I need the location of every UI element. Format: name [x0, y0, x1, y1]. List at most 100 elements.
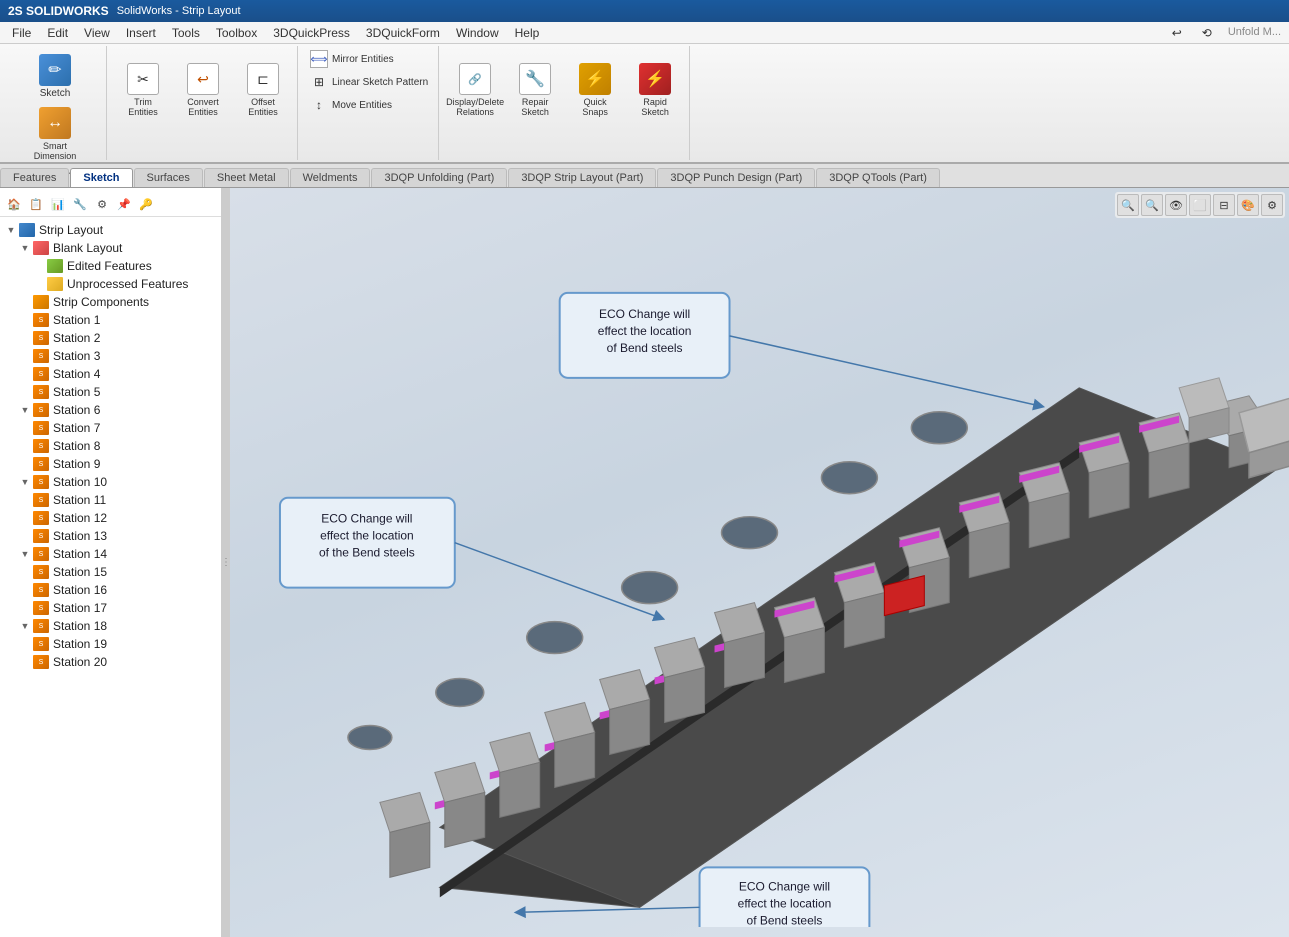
edited-features-icon [46, 258, 64, 274]
callout-1-group: ECO Change will effect the location of B… [560, 293, 1040, 406]
offset-label: OffsetEntities [248, 97, 278, 117]
move-entities-button[interactable]: ↕ Move Entities [306, 94, 432, 116]
tree-station-3[interactable]: ▶ S Station 3 [14, 347, 221, 365]
sketch-button[interactable]: ✏ Sketch [27, 50, 83, 103]
sidebar-resize-handle[interactable]: ⋮ [222, 188, 230, 937]
expand-station-10[interactable]: ▼ [18, 475, 32, 489]
tree-station-4[interactable]: ▶ S Station 4 [14, 365, 221, 383]
menu-file[interactable]: File [4, 24, 39, 42]
tab-3dqp-punch[interactable]: 3DQP Punch Design (Part) [657, 168, 815, 187]
tree-blank-layout[interactable]: ▼ Blank Layout [14, 239, 221, 257]
tab-3dqp-unfolding[interactable]: 3DQP Unfolding (Part) [371, 168, 507, 187]
display-delete-button[interactable]: 🔗 Display/DeleteRelations [447, 50, 503, 130]
menu-view[interactable]: View [76, 24, 118, 42]
repair-label: RepairSketch [521, 97, 549, 117]
tree-station-11[interactable]: ▶ S Station 11 [14, 491, 221, 509]
tree-station-5[interactable]: ▶ S Station 5 [14, 383, 221, 401]
tree-station-1[interactable]: ▶ S Station 1 [14, 311, 221, 329]
tab-3dqp-strip[interactable]: 3DQP Strip Layout (Part) [508, 168, 656, 187]
rapid-sketch-button[interactable]: ⚡ RapidSketch [627, 50, 683, 130]
menu-help[interactable]: Help [507, 24, 548, 42]
section-view-button[interactable]: ⊟ [1213, 194, 1235, 216]
rapid-label: RapidSketch [641, 97, 669, 117]
zoom-in-button[interactable]: 🔍 [1117, 194, 1139, 216]
station-6-icon: S [32, 402, 50, 418]
tree-station-12[interactable]: ▶ S Station 12 [14, 509, 221, 527]
expand-station-6[interactable]: ▼ [18, 403, 32, 417]
svg-text:of the Bend steels: of the Bend steels [319, 546, 415, 560]
sidebar-tool-1[interactable]: 🏠 [4, 194, 24, 214]
tree-station-8[interactable]: ▶ S Station 8 [14, 437, 221, 455]
expand-strip-layout[interactable]: ▼ [4, 223, 18, 237]
snaps-label: QuickSnaps [582, 97, 608, 117]
zoom-out-button[interactable]: 🔍 [1141, 194, 1163, 216]
tree-station-16[interactable]: ▶ S Station 16 [14, 581, 221, 599]
svg-text:ECO Change will: ECO Change will [739, 879, 830, 893]
station-13-label: Station 13 [53, 529, 107, 543]
sidebar-tool-2[interactable]: 📋 [26, 194, 46, 214]
linear-sketch-button[interactable]: ⊞ Linear Sketch Pattern [306, 71, 432, 93]
sidebar-tool-6[interactable]: 📌 [114, 194, 134, 214]
settings-button[interactable]: ⚙ [1261, 194, 1283, 216]
tree-station-14[interactable]: ▼ S Station 14 [14, 545, 221, 563]
tree-edited-features[interactable]: ▶ Edited Features [28, 257, 221, 275]
viewport[interactable]: ECO Change will effect the location of B… [230, 188, 1289, 937]
quick-snaps-button[interactable]: ⚡ QuickSnaps [567, 50, 623, 130]
menu-tools[interactable]: Tools [164, 24, 208, 42]
station-3-label: Station 3 [53, 349, 100, 363]
station-12-label: Station 12 [53, 511, 107, 525]
tab-features[interactable]: Features [0, 168, 69, 187]
menu-extra-2[interactable]: ⟲ [1194, 24, 1220, 42]
offset-entities-button[interactable]: ⊏ OffsetEntities [235, 50, 291, 130]
expand-blank-layout[interactable]: ▼ [18, 241, 32, 255]
menu-3dquickpress[interactable]: 3DQuickPress [265, 24, 358, 42]
display-label: Display/DeleteRelations [446, 97, 504, 117]
tree-station-7[interactable]: ▶ S Station 7 [14, 419, 221, 437]
tree-station-20[interactable]: ▶ S Station 20 [14, 653, 221, 671]
convert-entities-button[interactable]: ↩ ConvertEntities [175, 50, 231, 130]
appearance-button[interactable]: 🎨 [1237, 194, 1259, 216]
tree-station-6[interactable]: ▼ S Station 6 [14, 401, 221, 419]
station-7-icon: S [32, 420, 50, 436]
tab-surfaces[interactable]: Surfaces [134, 168, 203, 187]
repair-sketch-button[interactable]: 🔧 RepairSketch [507, 50, 563, 130]
sidebar-tool-5[interactable]: ⚙ [92, 194, 112, 214]
tab-bar: Features Sketch Surfaces Sheet Metal Wel… [0, 164, 1289, 188]
svg-text:ECO Change will: ECO Change will [321, 512, 412, 526]
tree-station-9[interactable]: ▶ S Station 9 [14, 455, 221, 473]
tree-station-19[interactable]: ▶ S Station 19 [14, 635, 221, 653]
svg-text:effect the location: effect the location [738, 896, 832, 910]
sidebar-tool-7[interactable]: 🔑 [136, 194, 156, 214]
menu-toolbox[interactable]: Toolbox [208, 24, 265, 42]
tree-strip-layout[interactable]: ▼ Strip Layout [0, 221, 221, 239]
linear-icon: ⊞ [310, 73, 328, 91]
menu-3dquickform[interactable]: 3DQuickForm [358, 24, 448, 42]
menu-insert[interactable]: Insert [118, 24, 164, 42]
view-orientation-button[interactable]: 👁 [1165, 194, 1187, 216]
tab-3dqp-qtools[interactable]: 3DQP QTools (Part) [816, 168, 940, 187]
sidebar-tool-3[interactable]: 📊 [48, 194, 68, 214]
display-style-button[interactable]: ⬜ [1189, 194, 1211, 216]
tree-station-10[interactable]: ▼ S Station 10 [14, 473, 221, 491]
tree-station-18[interactable]: ▼ S Station 18 [14, 617, 221, 635]
tab-sketch[interactable]: Sketch [70, 168, 132, 187]
sidebar-tool-4[interactable]: 🔧 [70, 194, 90, 214]
station-20-icon: S [32, 654, 50, 670]
tree-station-13[interactable]: ▶ S Station 13 [14, 527, 221, 545]
menu-extra-1[interactable]: ↩ [1164, 24, 1190, 42]
expand-station-18[interactable]: ▼ [18, 619, 32, 633]
tree-station-2[interactable]: ▶ S Station 2 [14, 329, 221, 347]
trim-entities-button[interactable]: ✂ TrimEntities [115, 50, 171, 130]
tab-sheet-metal[interactable]: Sheet Metal [204, 168, 289, 187]
title-bar: 2S SOLIDWORKS SolidWorks - Strip Layout [0, 0, 1289, 22]
tree-station-15[interactable]: ▶ S Station 15 [14, 563, 221, 581]
menu-window[interactable]: Window [448, 24, 507, 42]
expand-station-14[interactable]: ▼ [18, 547, 32, 561]
tab-weldments[interactable]: Weldments [290, 168, 371, 187]
smart-dimension-button[interactable]: ↔ SmartDimension [27, 103, 83, 165]
tree-strip-components[interactable]: ▶ Strip Components [14, 293, 221, 311]
menu-edit[interactable]: Edit [39, 24, 76, 42]
tree-station-17[interactable]: ▶ S Station 17 [14, 599, 221, 617]
mirror-entities-button[interactable]: ⟺ Mirror Entities [306, 48, 432, 70]
tree-unprocessed-features[interactable]: ▶ Unprocessed Features [28, 275, 221, 293]
